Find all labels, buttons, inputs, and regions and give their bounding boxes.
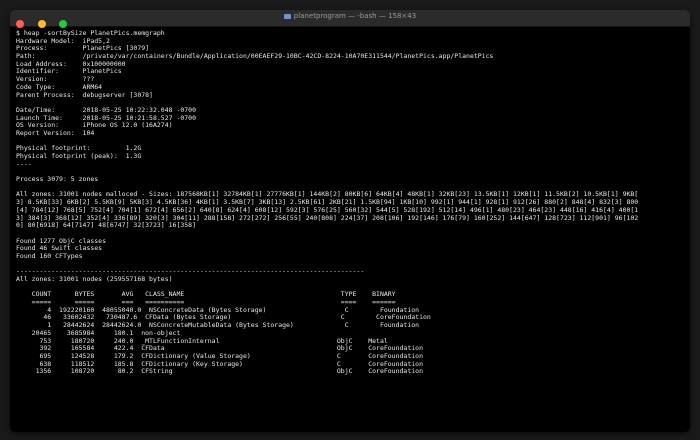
terminal-line: All zones: 31001 nodes (259557168 bytes) (16, 275, 173, 283)
terminal-line: 0] 80[6918] 64[7147] 48[6747] 32[3723] 1… (16, 221, 197, 230)
terminal-line: Report Version: 104 (16, 128, 95, 137)
terminal-line: 1356 108720 80.2 CFString ObjC CoreFound… (16, 367, 423, 376)
title-rest: — -bash — 158×43 (345, 12, 417, 20)
terminal-output: $ heap -sortBySize PlanetPics.memgraph H… (10, 27, 690, 379)
terminal-line: Process 3079: 5 zones (16, 175, 99, 184)
window-title: planetprogram — -bash — 158×43 (10, 12, 690, 20)
terminal-line: ---- (16, 159, 32, 168)
folder-icon (283, 13, 291, 19)
title-folder: planetprogram (293, 12, 346, 20)
title-bar[interactable]: planetprogram — -bash — 158×43 (10, 10, 690, 28)
terminal-line: Parent Process: debugserver [3078] (16, 90, 153, 99)
terminal-line: Physical footprint (peak): 1.3G (16, 152, 142, 160)
terminal-content[interactable]: $ heap -sortBySize PlanetPics.memgraph H… (10, 27, 690, 432)
terminal-line: Found 160 CFTypes (16, 251, 83, 260)
terminal-window: planetprogram — -bash — 158×43 $ heap -s… (10, 10, 690, 432)
